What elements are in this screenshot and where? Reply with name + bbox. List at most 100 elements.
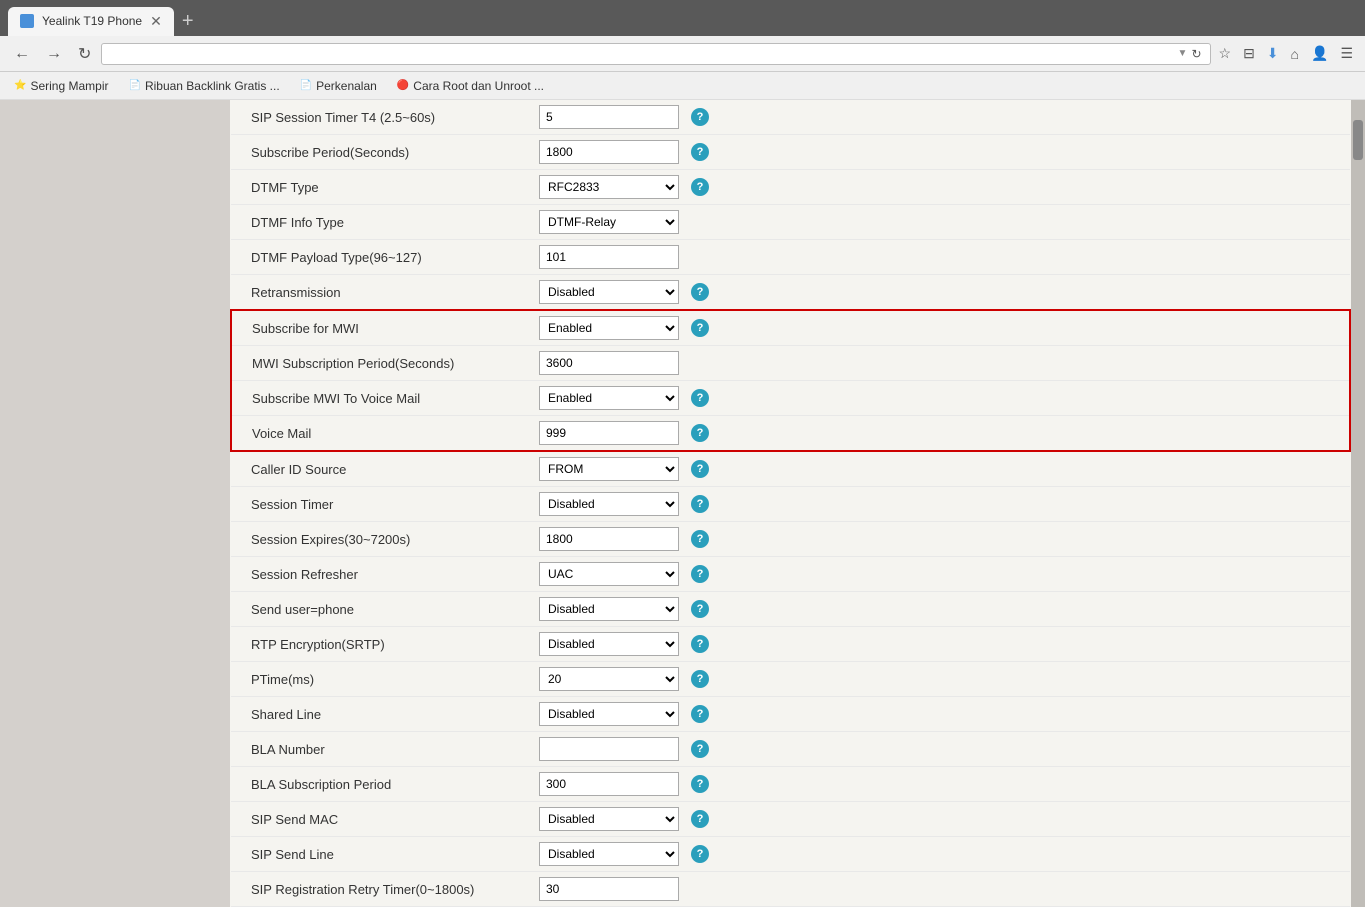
- bookmark-label: Cara Root dan Unroot ...: [413, 79, 544, 93]
- text-input[interactable]: [539, 877, 679, 901]
- text-input[interactable]: [539, 140, 679, 164]
- tab-close-button[interactable]: ✕: [150, 13, 162, 30]
- help-button[interactable]: ?: [691, 705, 709, 723]
- text-input[interactable]: [539, 772, 679, 796]
- bookmark-page-icon: 📄: [128, 80, 140, 91]
- tab-title: Yealink T19 Phone: [42, 14, 142, 28]
- bookmark-perkenalan[interactable]: 📄 Perkenalan: [294, 77, 383, 95]
- help-button[interactable]: ?: [691, 108, 709, 126]
- reload-button[interactable]: ↻: [72, 42, 97, 66]
- field-control: FROMPAIPrefer PAI?: [531, 452, 1350, 486]
- help-button[interactable]: ?: [691, 810, 709, 828]
- bookmarks-bar: ⭐ Sering Mampir 📄 Ribuan Backlink Gratis…: [0, 72, 1365, 100]
- text-input[interactable]: [539, 737, 679, 761]
- help-button[interactable]: ?: [691, 775, 709, 793]
- home-icon[interactable]: ⌂: [1287, 44, 1303, 64]
- download-icon[interactable]: ⬇: [1263, 43, 1283, 64]
- help-button[interactable]: ?: [691, 178, 709, 196]
- scrollbar-thumb[interactable]: [1353, 120, 1363, 160]
- url-input[interactable]: 192.168.100.30/servlet?p=account-adv&q=l…: [110, 47, 1177, 61]
- bookmark-cara-root[interactable]: 🔴 Cara Root dan Unroot ...: [391, 77, 550, 95]
- table-row: DTMF Payload Type(96~127): [231, 240, 1350, 275]
- help-button[interactable]: ?: [691, 460, 709, 478]
- field-control: DisabledEnabled?: [531, 697, 1350, 731]
- select-input[interactable]: DisabledEnabled: [539, 842, 679, 866]
- table-row: SIP Registration Retry Timer(0~1800s): [231, 872, 1350, 907]
- new-tab-button[interactable]: +: [174, 8, 202, 35]
- table-row: SIP Session Timer T4 (2.5~60s)?: [231, 100, 1350, 135]
- table-row: Subscribe Period(Seconds)?: [231, 135, 1350, 170]
- field-label: BLA Number: [231, 732, 531, 767]
- select-input[interactable]: 102030405060: [539, 667, 679, 691]
- text-input[interactable]: [539, 105, 679, 129]
- field-label: Session Expires(30~7200s): [231, 522, 531, 557]
- field-label: RTP Encryption(SRTP): [231, 627, 531, 662]
- scrollbar[interactable]: [1351, 100, 1365, 907]
- text-input[interactable]: [539, 421, 679, 445]
- select-input[interactable]: DisabledEnabled: [539, 807, 679, 831]
- table-row: Session TimerDisabledEnabled?: [231, 487, 1350, 522]
- select-input[interactable]: DTMF-RelaySIP INFO: [539, 210, 679, 234]
- field-control: DisabledEnabled?: [531, 802, 1350, 836]
- text-input[interactable]: [539, 351, 679, 375]
- field-label: Retransmission: [231, 275, 531, 311]
- field-label: Send user=phone: [231, 592, 531, 627]
- tab-favicon: [20, 14, 34, 28]
- table-row: Subscribe MWI To Voice MailEnabledDisabl…: [231, 381, 1350, 416]
- select-input[interactable]: RFC2833DTMF-RelaySIP INFO: [539, 175, 679, 199]
- back-button[interactable]: ←: [8, 43, 36, 65]
- main-content: SIP Session Timer T4 (2.5~60s)?Subscribe…: [230, 100, 1351, 907]
- field-label: Shared Line: [231, 697, 531, 732]
- reading-mode-icon[interactable]: ⊟: [1239, 43, 1259, 64]
- field-label: DTMF Info Type: [231, 205, 531, 240]
- field-control: [531, 346, 1349, 380]
- help-button[interactable]: ?: [691, 635, 709, 653]
- bookmark-red-icon: 🔴: [397, 80, 409, 91]
- field-control: DisabledEnabled?: [531, 275, 1350, 309]
- select-input[interactable]: FROMPAIPrefer PAI: [539, 457, 679, 481]
- select-input[interactable]: EnabledDisabled: [539, 386, 679, 410]
- field-control: DisabledEnabled?: [531, 487, 1350, 521]
- select-input[interactable]: DisabledEnabled: [539, 280, 679, 304]
- help-button[interactable]: ?: [691, 389, 709, 407]
- page-content: SIP Session Timer T4 (2.5~60s)?Subscribe…: [0, 100, 1365, 907]
- table-row: DTMF Info Type DTMF-RelaySIP INFO: [231, 205, 1350, 240]
- field-control: [531, 240, 1350, 274]
- help-button[interactable]: ?: [691, 530, 709, 548]
- bookmark-star-icon[interactable]: ☆: [1215, 43, 1236, 64]
- field-label: Voice Mail: [231, 416, 531, 452]
- help-button[interactable]: ?: [691, 143, 709, 161]
- select-input[interactable]: DisabledEnabled: [539, 492, 679, 516]
- text-input[interactable]: [539, 245, 679, 269]
- select-input[interactable]: UACUAS: [539, 562, 679, 586]
- field-label: DTMF Type: [231, 170, 531, 205]
- field-control: [531, 872, 1350, 906]
- help-button[interactable]: ?: [691, 495, 709, 513]
- active-tab[interactable]: Yealink T19 Phone ✕: [8, 7, 174, 36]
- help-button[interactable]: ?: [691, 740, 709, 758]
- user-icon[interactable]: 👤: [1307, 43, 1332, 64]
- help-button[interactable]: ?: [691, 319, 709, 337]
- help-button[interactable]: ?: [691, 283, 709, 301]
- menu-icon[interactable]: ☰: [1336, 43, 1357, 64]
- help-button[interactable]: ?: [691, 670, 709, 688]
- field-label: Caller ID Source: [231, 451, 531, 487]
- help-button[interactable]: ?: [691, 565, 709, 583]
- select-input[interactable]: DisabledEnabled: [539, 702, 679, 726]
- text-input[interactable]: [539, 527, 679, 551]
- select-input[interactable]: EnabledDisabled: [539, 316, 679, 340]
- help-button[interactable]: ?: [691, 424, 709, 442]
- field-label: Subscribe for MWI: [231, 310, 531, 346]
- select-input[interactable]: DisabledEnabled: [539, 632, 679, 656]
- forward-button[interactable]: →: [40, 43, 68, 65]
- bookmark-sering-mampir[interactable]: ⭐ Sering Mampir: [8, 77, 114, 95]
- bookmark-ribuan-backlink[interactable]: 📄 Ribuan Backlink Gratis ...: [122, 77, 285, 95]
- select-input[interactable]: DisabledEnabled: [539, 597, 679, 621]
- field-control: DisabledEnabled?: [531, 592, 1350, 626]
- refresh-icon[interactable]: ↻: [1191, 47, 1201, 61]
- help-button[interactable]: ?: [691, 845, 709, 863]
- dropdown-arrow: ▼: [1178, 48, 1188, 59]
- address-bar[interactable]: 192.168.100.30/servlet?p=account-adv&q=l…: [101, 43, 1210, 65]
- browser-window: Yealink T19 Phone ✕ + ← → ↻ 192.168.100.…: [0, 0, 1365, 100]
- help-button[interactable]: ?: [691, 600, 709, 618]
